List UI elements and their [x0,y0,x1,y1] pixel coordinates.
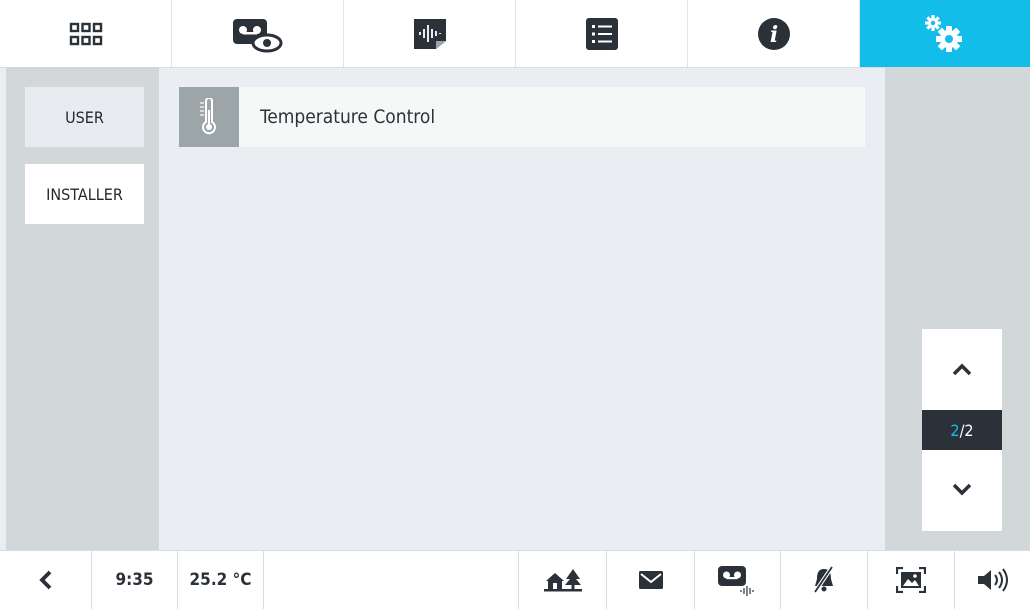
list-item-label: Temperature Control [260,106,436,128]
bell-muted-icon [813,566,834,594]
chevron-down-icon [952,483,972,496]
page-total: 2 [964,420,974,440]
page-up-button[interactable] [922,329,1002,409]
installer-menu-button[interactable]: INSTALLER [25,164,144,224]
info-icon: i [757,17,790,50]
tab-apps[interactable] [0,0,172,67]
back-button[interactable] [0,551,92,609]
answering-machine-view-icon [232,18,282,52]
audio-message-icon [413,18,446,49]
thermometer-icon [200,98,216,135]
apps-grid-icon [69,22,102,45]
back-arrow-icon [38,570,51,590]
tab-list[interactable] [516,0,688,67]
home-outdoor-icon [543,569,582,592]
tab-info[interactable]: i [688,0,860,67]
page-indicator: 2/2 [922,410,1002,450]
volume-button[interactable] [955,551,1030,609]
mail-icon [638,571,663,589]
tab-answering-machine[interactable] [172,0,344,67]
page-current: 2 [950,420,960,440]
list-item-icon-box [179,87,239,147]
status-bar: 9:35 25.2 °C [0,550,1030,609]
photo-frame-button[interactable] [868,551,955,609]
clock-time: 9:35 [92,551,178,609]
voicemail-audio-icon [717,566,754,596]
voicemail-button[interactable] [695,551,781,609]
settings-gears-icon [925,14,962,52]
messages-button[interactable] [607,551,695,609]
list-item-temperature-control[interactable]: Temperature Control [179,87,865,147]
volume-icon [977,568,1008,592]
room-temperature: 25.2 °C [178,551,264,609]
status-spacer [264,551,519,609]
side-menu: USER INSTALLER [6,67,159,550]
ringer-mute-button[interactable] [781,551,868,609]
page-down-button[interactable] [922,450,1002,530]
pager: 2/2 [922,329,1002,531]
top-navigation-bar: i [0,0,1030,68]
list-icon [585,17,618,50]
pager-column: 2/2 [885,67,1030,550]
user-menu-button[interactable]: USER [25,87,144,147]
tab-audio-message[interactable] [344,0,516,67]
tab-settings[interactable] [860,0,1030,67]
svg-text:i: i [769,22,777,48]
picture-frame-icon [896,567,926,593]
chevron-up-icon [952,363,972,376]
home-outdoor-button[interactable] [519,551,607,609]
